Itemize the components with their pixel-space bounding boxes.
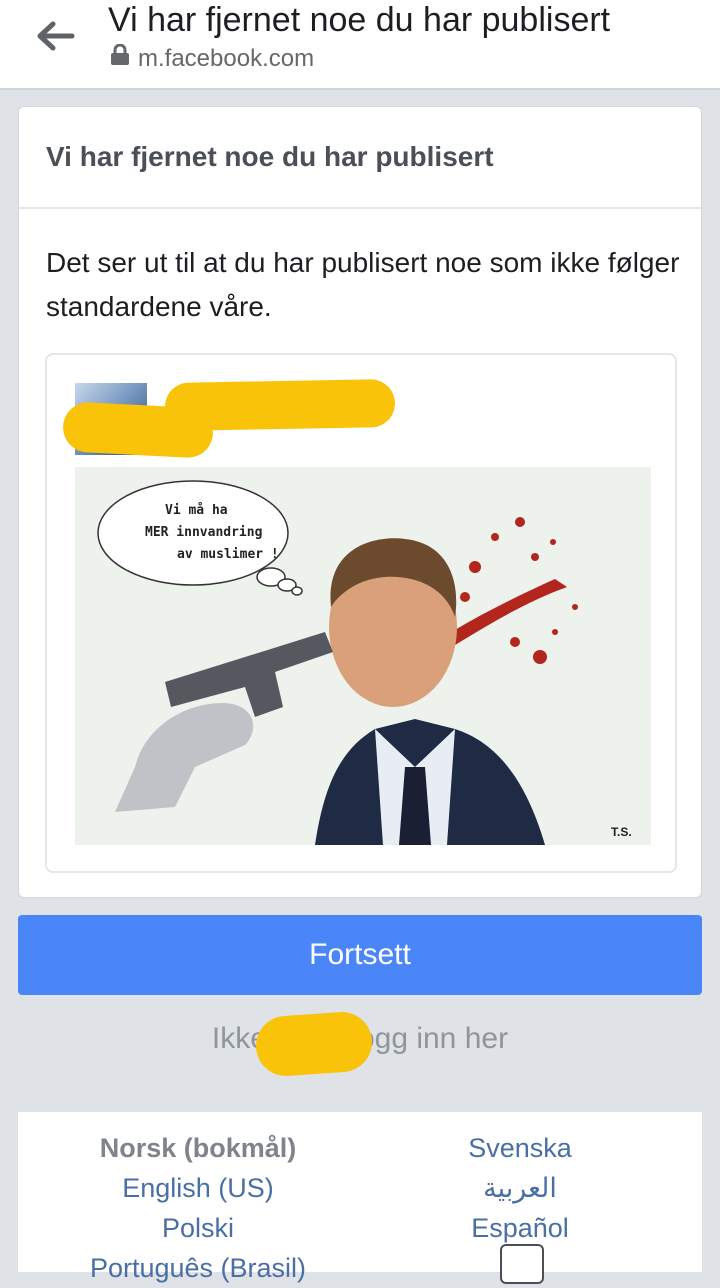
splatter: [447, 517, 578, 664]
lock-icon: [110, 43, 130, 74]
notice-message: Det ser ut til at du har publisert noe s…: [46, 247, 680, 322]
language-list-right: Svenska العربية Español: [370, 1128, 670, 1248]
language-link[interactable]: Español: [370, 1208, 670, 1248]
gun: [165, 632, 333, 717]
url-text: m.facebook.com: [138, 45, 315, 72]
page-title: Vi har fjernet noe du har publisert: [108, 1, 611, 39]
back-arrow-icon[interactable]: [30, 14, 80, 58]
url-display[interactable]: m.facebook.com: [110, 43, 315, 74]
bubble-line-3: av muslimer !: [177, 547, 279, 562]
language-list-left: Norsk (bokmål) English (US) Polski Portu…: [48, 1128, 348, 1288]
language-link[interactable]: العربية: [370, 1168, 670, 1208]
more-languages-icon[interactable]: [500, 1244, 544, 1284]
language-link[interactable]: Svenska: [370, 1128, 670, 1168]
post-image: Vi må ha MER innvandring av muslimer ! T…: [75, 467, 651, 845]
meme-signature: T.S.: [611, 825, 632, 839]
continue-button[interactable]: Fortsett: [18, 915, 702, 995]
language-footer: Norsk (bokmål) English (US) Polski Portu…: [18, 1112, 702, 1284]
bubble-line-2: MER innvandring: [145, 525, 263, 540]
redacted-name-overlay: [61, 401, 215, 459]
card-header: Vi har fjernet noe du har publisert: [19, 107, 701, 209]
browser-top-bar: Vi har fjernet noe du har publisert m.fa…: [0, 0, 720, 90]
removal-notice-card: Vi har fjernet noe du har publisert Det …: [18, 106, 702, 898]
language-link[interactable]: Polski: [48, 1208, 348, 1248]
hand: [115, 702, 254, 812]
language-current: Norsk (bokmål): [99, 1133, 297, 1163]
language-link[interactable]: English (US): [48, 1168, 348, 1208]
bubble-line-1: Vi må ha: [165, 503, 228, 518]
language-link[interactable]: Português (Brasil): [48, 1248, 348, 1288]
login-suffix: logg inn her: [351, 1022, 509, 1055]
removed-post-preview: Vi må ha MER innvandring av muslimer ! T…: [45, 353, 677, 873]
redacted-username: [254, 1010, 374, 1078]
